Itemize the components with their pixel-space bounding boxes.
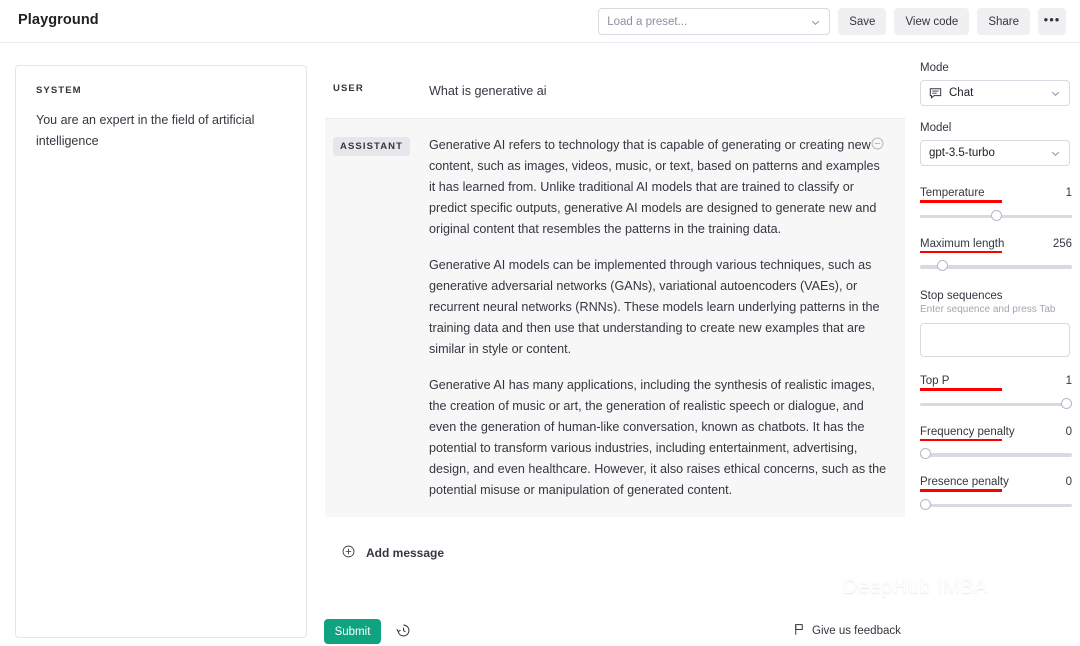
slider-track [920,503,1072,507]
preset-select[interactable]: Load a preset... [598,8,831,35]
top-p-annotation-underline [920,388,1002,391]
maximum-length-param: Maximum length 256 [920,238,1072,275]
mode-select[interactable]: Chat [920,80,1070,106]
assistant-paragraph-1: Generative AI refers to technology that … [429,138,880,236]
system-label: SYSTEM [36,85,82,96]
history-icon[interactable] [395,622,412,644]
assistant-paragraph-3: Generative AI has many applications, inc… [429,378,887,497]
top-p-value: 1 [1065,375,1072,387]
chevron-down-icon [1049,87,1062,103]
give-feedback-label: Give us feedback [812,625,901,637]
flag-icon [793,623,805,639]
maximum-length-annotation-underline [920,250,1002,253]
top-bar-actions: Load a preset... Save View code Share ••… [598,8,1066,35]
maximum-length-label: Maximum length [920,237,1005,250]
message-role-user: USER [333,83,364,94]
presence-penalty-param: Presence penalty 0 [920,476,1072,513]
message-user[interactable]: USER What is generative ai [325,65,905,119]
slider-knob[interactable] [1061,397,1072,409]
mode-label: Mode [920,62,949,74]
top-p-slider[interactable] [920,397,1072,412]
slider-knob[interactable] [920,448,931,459]
slider-track [920,453,1072,457]
presence-penalty-label: Presence penalty [920,476,1009,488]
slider-knob[interactable] [920,498,931,510]
slider-knob[interactable] [990,209,1002,221]
frequency-penalty-slider[interactable] [920,448,1072,462]
watermark-text: DeepHub IMBA [843,576,988,598]
temperature-param: Temperature 1 [920,187,1072,224]
stop-sequences-input[interactable] [920,323,1070,357]
presence-penalty-annotation-underline [920,489,1002,492]
message-role-assistant: ASSISTANT [325,135,429,501]
add-message-button[interactable]: Add message [325,540,452,566]
share-button[interactable]: Share [977,8,1030,35]
save-button[interactable]: Save [838,8,887,35]
plus-circle-icon [341,544,356,562]
system-prompt-text[interactable]: You are an expert in the field of artifi… [36,110,286,152]
temperature-label: Temperature [920,187,985,199]
give-feedback-link[interactable]: Give us feedback [793,623,901,639]
model-label: Model [920,122,952,134]
temperature-annotation-underline [920,200,1002,203]
chevron-down-icon [1049,147,1062,163]
conversation-panel: USER What is generative ai ASSISTANT Gen… [325,65,905,517]
assistant-paragraph-2: Generative AI models can be implemented … [429,258,880,356]
system-panel[interactable]: SYSTEM You are an expert in the field of… [15,65,307,638]
stop-sequences-field: Stop sequences Enter sequence and press … [920,290,1072,357]
maximum-length-value: 256 [1052,237,1072,250]
mode-field: Mode Chat [920,62,1072,106]
temperature-value: 1 [1065,187,1072,199]
page-title: Playground [18,12,99,28]
remove-message-icon[interactable] [870,136,885,156]
presence-penalty-slider[interactable] [920,498,1072,513]
add-message-label: Add message [366,546,445,560]
watermark: DeepHub IMBA [798,570,988,605]
frequency-penalty-annotation-underline [920,438,1002,441]
model-field: Model gpt-3.5-turbo [920,122,1072,166]
top-bar: Playground Load a preset... Save View co… [0,0,1080,43]
stop-sequences-hint: Enter sequence and press Tab [920,304,1056,315]
presence-penalty-value: 0 [1065,476,1072,488]
message-assistant[interactable]: ASSISTANT Generative AI refers to techno… [325,119,905,517]
submit-button[interactable]: Submit [324,619,381,644]
model-select[interactable]: gpt-3.5-turbo [920,140,1070,166]
frequency-penalty-param: Frequency penalty 0 [920,426,1072,463]
slider-knob[interactable] [936,260,948,271]
preset-placeholder-text: Load a preset... [607,15,688,28]
top-p-label: Top P [920,375,950,387]
view-code-button[interactable]: View code [894,8,970,35]
temperature-slider[interactable] [920,209,1072,224]
chevron-down-icon [809,16,822,32]
wechat-logo-icon [798,570,834,605]
mode-value: Chat [949,87,974,99]
playground-app: Playground Load a preset... Save View co… [0,0,1080,646]
settings-panel: Mode Chat Model gpt-3.5-turbo Temperatur… [920,62,1072,513]
message-text-user[interactable]: What is generative ai [429,81,887,102]
stop-sequences-label: Stop sequences [920,290,1003,302]
top-p-param: Top P 1 [920,375,1072,412]
message-text-assistant[interactable]: Generative AI refers to technology that … [429,135,887,501]
frequency-penalty-label: Frequency penalty [920,425,1015,438]
model-value: gpt-3.5-turbo [929,147,995,159]
slider-track [920,402,1072,406]
frequency-penalty-value: 0 [1065,425,1072,438]
assistant-role-badge: ASSISTANT [333,137,411,156]
chat-bubble-icon [929,87,942,100]
maximum-length-slider[interactable] [920,260,1072,274]
more-options-button[interactable]: ••• [1038,8,1066,35]
